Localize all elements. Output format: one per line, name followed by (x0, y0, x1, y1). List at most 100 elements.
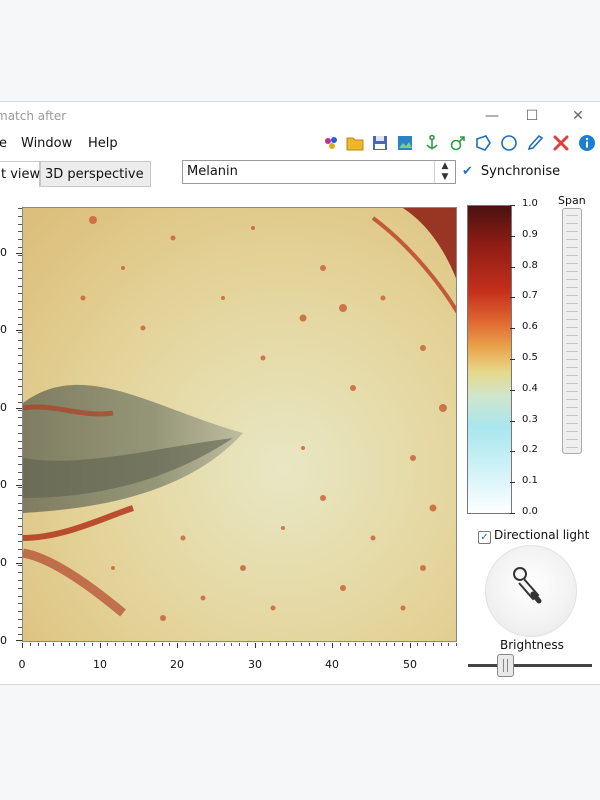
y-minor-tick (18, 394, 22, 395)
tab-front-view[interactable]: t view (0, 161, 40, 187)
x-minor-tick (239, 643, 240, 646)
span-grip-line (566, 367, 578, 368)
x-minor-tick (394, 643, 395, 646)
span-grip-line (566, 231, 578, 232)
y-minor-tick (18, 378, 22, 380)
colorbar-tick (510, 482, 515, 484)
span-grip-line (566, 391, 578, 392)
span-grip-line (566, 263, 578, 264)
y-minor-tick (18, 564, 22, 566)
x-minor-tick (440, 643, 442, 646)
menu-help[interactable]: Help (88, 136, 118, 151)
x-minor-tick (200, 643, 202, 646)
x-minor-tick (208, 643, 209, 646)
menu-file[interactable]: e (0, 136, 7, 151)
span-grip-line (566, 247, 578, 248)
span-grip-line (566, 335, 578, 336)
x-minor-tick (401, 643, 403, 646)
directional-light-checkbox[interactable]: ✓ Directional light (478, 528, 589, 544)
brightness-slider-thumb[interactable] (497, 654, 514, 677)
layer-select[interactable]: Melanin ▲ ▼ (182, 160, 456, 184)
brightness-track[interactable] (468, 664, 592, 667)
span-grip-line (566, 407, 578, 408)
minimize-button[interactable]: — (482, 106, 502, 126)
span-slider[interactable] (562, 208, 582, 454)
span-grip-line (566, 223, 578, 224)
colorbar-tick (510, 297, 515, 299)
colorbar-tick-label: 0.8 (522, 259, 538, 271)
x-minor-tick (293, 643, 295, 646)
x-minor-tick (84, 643, 85, 646)
title-bar: match after — ☐ ✕ (0, 102, 600, 130)
x-minor-tick (308, 643, 310, 646)
y-minor-tick (18, 208, 22, 209)
y-minor-tick (18, 456, 22, 457)
circle-icon[interactable] (500, 134, 518, 152)
x-minor-tick (153, 643, 155, 646)
palette-icon[interactable] (323, 134, 341, 152)
y-minor-tick (18, 301, 22, 302)
tab-3d-perspective[interactable]: 3D perspective (40, 161, 151, 187)
y-minor-tick (18, 603, 22, 605)
span-grip-line (566, 215, 578, 216)
x-minor-tick (122, 643, 124, 646)
x-minor-tick (324, 643, 326, 646)
y-minor-tick (18, 556, 22, 558)
x-tick (22, 643, 23, 648)
menu-window[interactable]: Window (21, 136, 72, 151)
brush-icon[interactable] (526, 134, 544, 152)
x-minor-tick (76, 643, 78, 646)
y-minor-tick (18, 525, 22, 527)
x-minor-tick (456, 643, 457, 646)
close-button[interactable]: ✕ (568, 106, 588, 126)
y-tick (16, 563, 22, 564)
maximize-button[interactable]: ☐ (522, 106, 542, 126)
y-minor-tick (18, 479, 22, 481)
y-tick (16, 408, 22, 409)
y-tick-label-stub: 0 (0, 556, 7, 569)
span-grip-line (566, 359, 578, 360)
colorbar-tick-label: 0.9 (522, 228, 538, 240)
y-minor-tick (18, 494, 22, 496)
y-minor-tick (18, 246, 22, 248)
light-direction-dial[interactable] (485, 545, 577, 637)
y-minor-tick (18, 363, 22, 364)
y-tick-label-stub: 0 (0, 478, 7, 491)
x-tick-label: 0 (18, 658, 26, 671)
y-minor-tick (18, 262, 22, 264)
info-icon[interactable] (578, 134, 596, 152)
melanin-map-image[interactable] (22, 207, 457, 642)
tab-label: 3D perspective (45, 167, 144, 182)
colorbar-tick (510, 513, 515, 514)
app-window: match after — ☐ ✕ e Window Help (0, 101, 600, 685)
y-tick-label-stub: 0 (0, 323, 7, 336)
x-tick-label: 50 (403, 658, 417, 671)
y-minor-tick (18, 432, 22, 434)
tab-label: t view (1, 167, 41, 182)
colorbar-tick-label: 0.1 (522, 475, 538, 487)
polygon-icon[interactable] (474, 134, 492, 152)
x-minor-tick (60, 643, 62, 646)
gender-icon[interactable] (449, 134, 467, 152)
synchronise-checkbox[interactable]: ✔ Synchronise (462, 164, 560, 179)
span-grip-line (566, 303, 578, 304)
delete-icon[interactable] (552, 134, 570, 152)
y-minor-tick (18, 270, 22, 271)
check-icon: ✔ (462, 164, 473, 179)
y-minor-tick (18, 471, 22, 473)
y-tick (16, 253, 22, 254)
span-grip-line (566, 239, 578, 240)
x-minor-tick (316, 643, 318, 646)
x-minor-tick (363, 643, 364, 646)
x-tick (177, 643, 178, 648)
x-tick (100, 643, 101, 648)
y-minor-tick (18, 463, 22, 465)
y-tick (16, 330, 22, 331)
y-minor-tick (18, 572, 22, 574)
save-icon[interactable] (371, 134, 389, 152)
y-minor-tick (18, 533, 22, 535)
image-export-icon[interactable] (396, 134, 414, 152)
span-grip-line (566, 311, 578, 312)
folder-icon[interactable] (346, 134, 364, 152)
anchor-icon[interactable] (423, 134, 441, 152)
